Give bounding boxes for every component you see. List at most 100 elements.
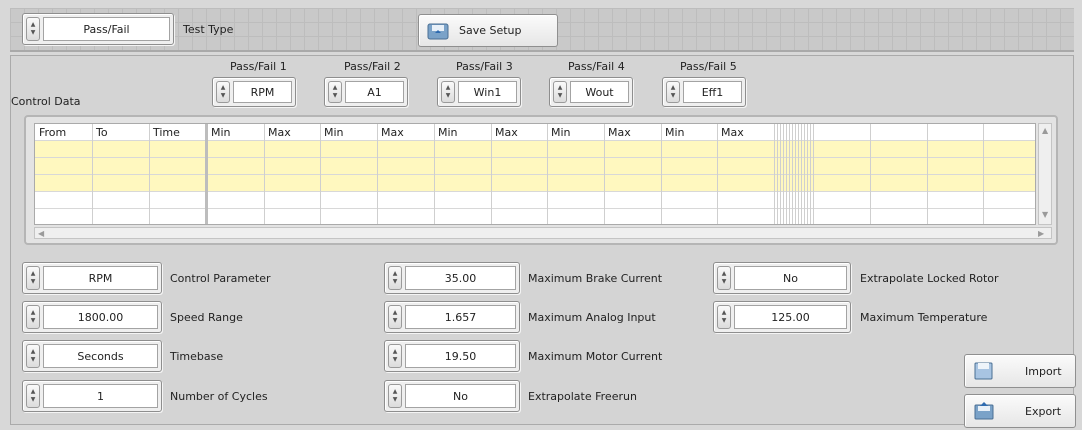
extrapolate-locked-rotor-spinner-icon[interactable]: ▲ ▼ — [717, 266, 731, 290]
pass-fail-2-spinner-icon[interactable]: ▲ ▼ — [328, 81, 342, 103]
table-grid[interactable]: From To Time Min Max Min Max Min Max Min… — [34, 123, 1036, 225]
max-analog-input-field[interactable]: ▲ ▼ 1.657 — [384, 301, 520, 333]
max-motor-current-value[interactable]: 19.50 — [405, 344, 516, 368]
max-temperature-value[interactable]: 125.00 — [734, 305, 847, 329]
control-parameter-ring[interactable]: ▲ ▼ RPM — [22, 262, 162, 294]
column-divider — [774, 124, 775, 224]
number-of-cycles-label: Number of Cycles — [170, 390, 268, 403]
speed-range-value[interactable]: 1800.00 — [43, 305, 158, 329]
column-divider — [149, 124, 150, 224]
pass-fail-5-spinner-icon[interactable]: ▲ ▼ — [666, 81, 680, 103]
horizontal-scrollbar[interactable]: ◀ ▶ — [34, 227, 1052, 239]
pass-fail-4-ring[interactable]: ▲ ▼ Wout — [549, 77, 633, 107]
pass-fail-2-ring[interactable]: ▲ ▼ A1 — [324, 77, 408, 107]
number-of-cycles-spinner-icon[interactable]: ▲ ▼ — [26, 384, 40, 408]
column-divider — [661, 124, 662, 224]
pass-fail-3-ring[interactable]: ▲ ▼ Win1 — [437, 77, 521, 107]
table-row[interactable] — [35, 141, 1035, 158]
pass-fail-4-spinner-icon[interactable]: ▲ ▼ — [553, 81, 567, 103]
extrapolate-locked-rotor-value: No — [734, 266, 847, 290]
max-brake-current-value[interactable]: 35.00 — [405, 266, 516, 290]
header-max-4: Max — [608, 126, 631, 139]
control-parameter-label: Control Parameter — [170, 272, 271, 285]
pass-fail-3-spinner-icon[interactable]: ▲ ▼ — [441, 81, 455, 103]
pass-fail-4-label: Pass/Fail 4 — [568, 60, 625, 73]
vertical-scrollbar[interactable]: ▲ ▼ — [1038, 123, 1052, 225]
header-min-3: Min — [438, 126, 458, 139]
scroll-left-icon[interactable]: ◀ — [38, 229, 44, 238]
control-parameter-spinner-icon[interactable]: ▲ ▼ — [26, 266, 40, 290]
column-divider — [810, 124, 811, 224]
scroll-up-icon[interactable]: ▲ — [1042, 126, 1048, 135]
timebase-label: Timebase — [170, 350, 224, 363]
max-brake-current-label: Maximum Brake Current — [528, 272, 663, 285]
column-divider — [795, 124, 796, 224]
max-analog-input-label: Maximum Analog Input — [528, 311, 656, 324]
table-row[interactable] — [35, 192, 1035, 209]
max-analog-input-value[interactable]: 1.657 — [405, 305, 516, 329]
speed-range-field[interactable]: ▲ ▼ 1800.00 — [22, 301, 162, 333]
table-row[interactable] — [35, 175, 1035, 192]
number-of-cycles-value[interactable]: 1 — [43, 384, 158, 408]
header-from: From — [39, 126, 67, 139]
column-divider — [801, 124, 802, 224]
save-setup-label: Save Setup — [459, 24, 522, 37]
export-button[interactable]: Export — [964, 394, 1076, 428]
scroll-right-icon[interactable]: ▶ — [1038, 229, 1044, 238]
control-parameter-value: RPM — [43, 266, 158, 290]
pass-fail-1-spinner-icon[interactable]: ▲ ▼ — [216, 81, 230, 103]
import-label: Import — [1025, 364, 1062, 378]
test-type-spinner-icon[interactable]: ▲ ▼ — [26, 17, 40, 41]
max-motor-current-spinner-icon[interactable]: ▲ ▼ — [388, 344, 402, 368]
timebase-spinner-icon[interactable]: ▲ ▼ — [26, 344, 40, 368]
export-label: Export — [1025, 404, 1062, 418]
pass-fail-2-value: A1 — [345, 81, 404, 103]
pass-fail-1-label: Pass/Fail 1 — [230, 60, 287, 73]
max-brake-current-field[interactable]: ▲ ▼ 35.00 — [384, 262, 520, 294]
column-divider — [377, 124, 378, 224]
speed-range-spinner-icon[interactable]: ▲ ▼ — [26, 305, 40, 329]
pass-fail-3-label: Pass/Fail 3 — [456, 60, 513, 73]
test-type-ring[interactable]: ▲ ▼ Pass/Fail — [22, 13, 174, 45]
control-data-title: Control Data — [11, 95, 81, 108]
max-temperature-spinner-icon[interactable]: ▲ ▼ — [717, 305, 731, 329]
column-divider — [604, 124, 605, 224]
column-divider — [927, 124, 928, 224]
column-divider — [783, 124, 784, 224]
save-setup-button[interactable]: Save Setup — [418, 14, 558, 47]
import-icon — [974, 362, 993, 380]
pass-fail-5-ring[interactable]: ▲ ▼ Eff1 — [662, 77, 746, 107]
pass-fail-5-value: Eff1 — [683, 81, 742, 103]
column-divider — [792, 124, 793, 224]
control-data-table: From To Time Min Max Min Max Min Max Min… — [24, 115, 1058, 245]
header-min-1: Min — [211, 126, 231, 139]
table-row[interactable] — [35, 158, 1035, 175]
extrapolate-locked-rotor-ring[interactable]: ▲ ▼ No — [713, 262, 851, 294]
column-divider — [717, 124, 718, 224]
column-divider — [804, 124, 805, 224]
column-divider — [798, 124, 799, 224]
test-type-label: Test Type — [183, 23, 234, 36]
header-max-5: Max — [721, 126, 744, 139]
max-motor-current-field[interactable]: ▲ ▼ 19.50 — [384, 340, 520, 372]
column-divider — [320, 124, 321, 224]
max-brake-current-spinner-icon[interactable]: ▲ ▼ — [388, 266, 402, 290]
extrapolate-freerun-ring[interactable]: ▲ ▼ No — [384, 380, 520, 412]
extrapolate-freerun-label: Extrapolate Freerun — [528, 390, 637, 403]
header-max-1: Max — [268, 126, 291, 139]
timebase-ring[interactable]: ▲ ▼ Seconds — [22, 340, 162, 372]
extrapolate-freerun-spinner-icon[interactable]: ▲ ▼ — [388, 384, 402, 408]
header-max-2: Max — [381, 126, 404, 139]
max-analog-input-spinner-icon[interactable]: ▲ ▼ — [388, 305, 402, 329]
scroll-down-icon[interactable]: ▼ — [1042, 210, 1048, 219]
number-of-cycles-field[interactable]: ▲ ▼ 1 — [22, 380, 162, 412]
max-motor-current-label: Maximum Motor Current — [528, 350, 663, 363]
max-temperature-field[interactable]: ▲ ▼ 125.00 — [713, 301, 851, 333]
header-to: To — [96, 126, 108, 139]
table-row[interactable] — [35, 209, 1035, 224]
save-disk-icon — [427, 23, 449, 39]
extrapolate-freerun-value: No — [405, 384, 516, 408]
pass-fail-1-ring[interactable]: ▲ ▼ RPM — [212, 77, 296, 107]
header-min-4: Min — [551, 126, 571, 139]
import-button[interactable]: Import — [964, 354, 1076, 388]
